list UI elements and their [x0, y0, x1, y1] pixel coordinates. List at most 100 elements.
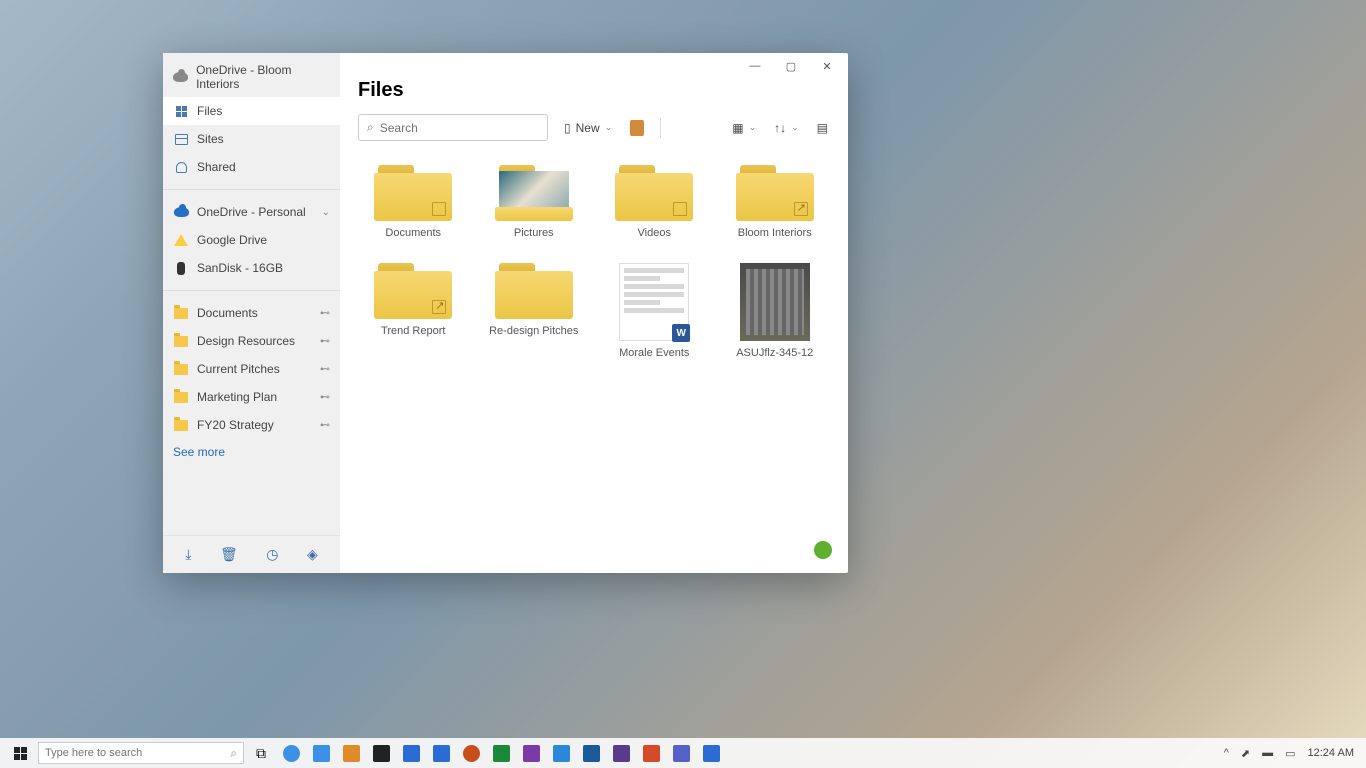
- gdrive-icon: [173, 232, 189, 248]
- minimize-button[interactable]: —: [738, 55, 772, 77]
- taskbar-app[interactable]: [458, 741, 484, 765]
- folder-trend-report[interactable]: Trend Report: [358, 259, 469, 363]
- tags-icon[interactable]: ◈: [307, 546, 318, 563]
- files-icon: [173, 103, 189, 119]
- folder-icon: [173, 333, 189, 349]
- taskbar-app[interactable]: [368, 741, 394, 765]
- sidebar-account[interactable]: OneDrive - Bloom Interiors: [163, 57, 340, 97]
- file-grid: Documents Pictures Videos Bloom Interior…: [340, 155, 848, 369]
- sidebar-folder[interactable]: Design Resources ⊷: [163, 327, 340, 355]
- file-explorer-window: OneDrive - Bloom Interiors Files Sites S…: [163, 53, 848, 573]
- folder-videos[interactable]: Videos: [599, 161, 710, 243]
- search-input[interactable]: [380, 121, 539, 135]
- sites-icon: [173, 131, 189, 147]
- folder-icon: [615, 165, 693, 221]
- folder-icon: [495, 165, 573, 221]
- main-pane: — ▢ ✕ Files ⌕ ▯ New ⌄ ▦ ⌄: [340, 53, 848, 573]
- paste-button[interactable]: [628, 116, 646, 140]
- taskbar-app[interactable]: [668, 741, 694, 765]
- download-icon[interactable]: ⤓: [185, 546, 191, 563]
- taskbar-app[interactable]: [698, 741, 724, 765]
- battery-icon[interactable]: ▬: [1262, 747, 1273, 759]
- sidebar-folder[interactable]: Marketing Plan ⊷: [163, 383, 340, 411]
- see-more-link[interactable]: See more: [163, 439, 340, 465]
- folder-label: Documents: [197, 306, 258, 320]
- sidebar-nav-shared[interactable]: Shared: [163, 153, 340, 181]
- sidebar: OneDrive - Bloom Interiors Files Sites S…: [163, 53, 340, 573]
- clock[interactable]: 12:24 AM: [1308, 747, 1354, 759]
- pin-icon: ⊷: [320, 392, 330, 403]
- search-box[interactable]: ⌕: [358, 114, 548, 141]
- taskbar-app[interactable]: [278, 741, 304, 765]
- taskbar-app[interactable]: [488, 741, 514, 765]
- close-button[interactable]: ✕: [810, 55, 844, 77]
- taskbar-app[interactable]: [428, 741, 454, 765]
- new-label: New: [576, 121, 600, 135]
- task-view-button[interactable]: ⧉: [248, 741, 274, 765]
- sidebar-folder[interactable]: Current Pitches ⊷: [163, 355, 340, 383]
- taskbar-app[interactable]: [578, 741, 604, 765]
- chevron-down-icon: ⌄: [749, 122, 757, 133]
- windows-logo-icon: [14, 747, 27, 760]
- sort-button[interactable]: ↑↓ ⌄: [772, 117, 801, 139]
- taskbar-search[interactable]: ⌕: [38, 742, 244, 764]
- taskbar-search-input[interactable]: [45, 747, 224, 759]
- sync-status-icon[interactable]: [812, 539, 834, 561]
- network-icon[interactable]: ⬈: [1241, 747, 1250, 760]
- taskbar-app[interactable]: [398, 741, 424, 765]
- folder-pictures[interactable]: Pictures: [479, 161, 590, 243]
- folder-bloom-interiors[interactable]: Bloom Interiors: [720, 161, 831, 243]
- view-button[interactable]: ▦ ⌄: [730, 117, 758, 139]
- taskbar-app[interactable]: [518, 741, 544, 765]
- info-button[interactable]: ▤: [815, 117, 830, 139]
- trash-icon[interactable]: 🗑: [220, 546, 238, 563]
- drive-label: OneDrive - Personal: [197, 205, 306, 219]
- file-label: Re-design Pitches: [489, 325, 578, 337]
- nav-label: Files: [197, 104, 222, 118]
- folder-icon: [736, 165, 814, 221]
- sidebar-drive-google[interactable]: Google Drive: [163, 226, 340, 254]
- file-image[interactable]: ASUJflz-345-12: [720, 259, 831, 363]
- clipboard-icon: [630, 120, 644, 136]
- start-button[interactable]: [6, 742, 34, 764]
- taskbar-app[interactable]: [548, 741, 574, 765]
- sidebar-folder[interactable]: FY20 Strategy ⊷: [163, 411, 340, 439]
- taskbar-app[interactable]: [338, 741, 364, 765]
- folder-label: Marketing Plan: [197, 390, 277, 404]
- sidebar-nav-sites[interactable]: Sites: [163, 125, 340, 153]
- taskbar-app[interactable]: [608, 741, 634, 765]
- cloud-icon: [173, 204, 189, 220]
- file-morale-events[interactable]: W Morale Events: [599, 259, 710, 363]
- folder-icon: [173, 417, 189, 433]
- file-label: Trend Report: [381, 325, 445, 337]
- history-icon[interactable]: ◷: [266, 546, 278, 563]
- sidebar-drive-onedrive-personal[interactable]: OneDrive - Personal ⌄: [163, 198, 340, 226]
- taskbar: ⌕ ⧉ ^ ⬈ ▬ ▭ 12:24 AM: [0, 738, 1366, 768]
- action-center-icon[interactable]: ▭: [1285, 747, 1295, 760]
- search-icon: ⌕: [367, 120, 374, 135]
- drive-label: SanDisk - 16GB: [197, 261, 283, 275]
- file-label: Documents: [385, 227, 441, 239]
- window-controls: — ▢ ✕: [340, 53, 848, 79]
- file-label: Videos: [638, 227, 671, 239]
- divider: [163, 290, 340, 291]
- folder-label: Design Resources: [197, 334, 295, 348]
- sidebar-account-label: OneDrive - Bloom Interiors: [196, 63, 330, 91]
- folder-label: FY20 Strategy: [197, 418, 274, 432]
- sort-icon: ↑↓: [774, 121, 786, 135]
- sidebar-nav-files[interactable]: Files: [163, 97, 340, 125]
- file-label: Bloom Interiors: [738, 227, 812, 239]
- tray-chevron-icon[interactable]: ^: [1224, 747, 1229, 759]
- chevron-down-icon: ⌄: [322, 207, 330, 218]
- shared-icon: [173, 159, 189, 175]
- usb-icon: [173, 260, 189, 276]
- folder-redesign-pitches[interactable]: Re-design Pitches: [479, 259, 590, 363]
- sidebar-drive-sandisk[interactable]: SanDisk - 16GB: [163, 254, 340, 282]
- taskbar-app[interactable]: [308, 741, 334, 765]
- taskbar-app[interactable]: [638, 741, 664, 765]
- folder-icon: [374, 165, 452, 221]
- folder-documents[interactable]: Documents: [358, 161, 469, 243]
- maximize-button[interactable]: ▢: [774, 55, 808, 77]
- sidebar-folder[interactable]: Documents ⊷: [163, 299, 340, 327]
- new-button[interactable]: ▯ New ⌄: [562, 117, 614, 139]
